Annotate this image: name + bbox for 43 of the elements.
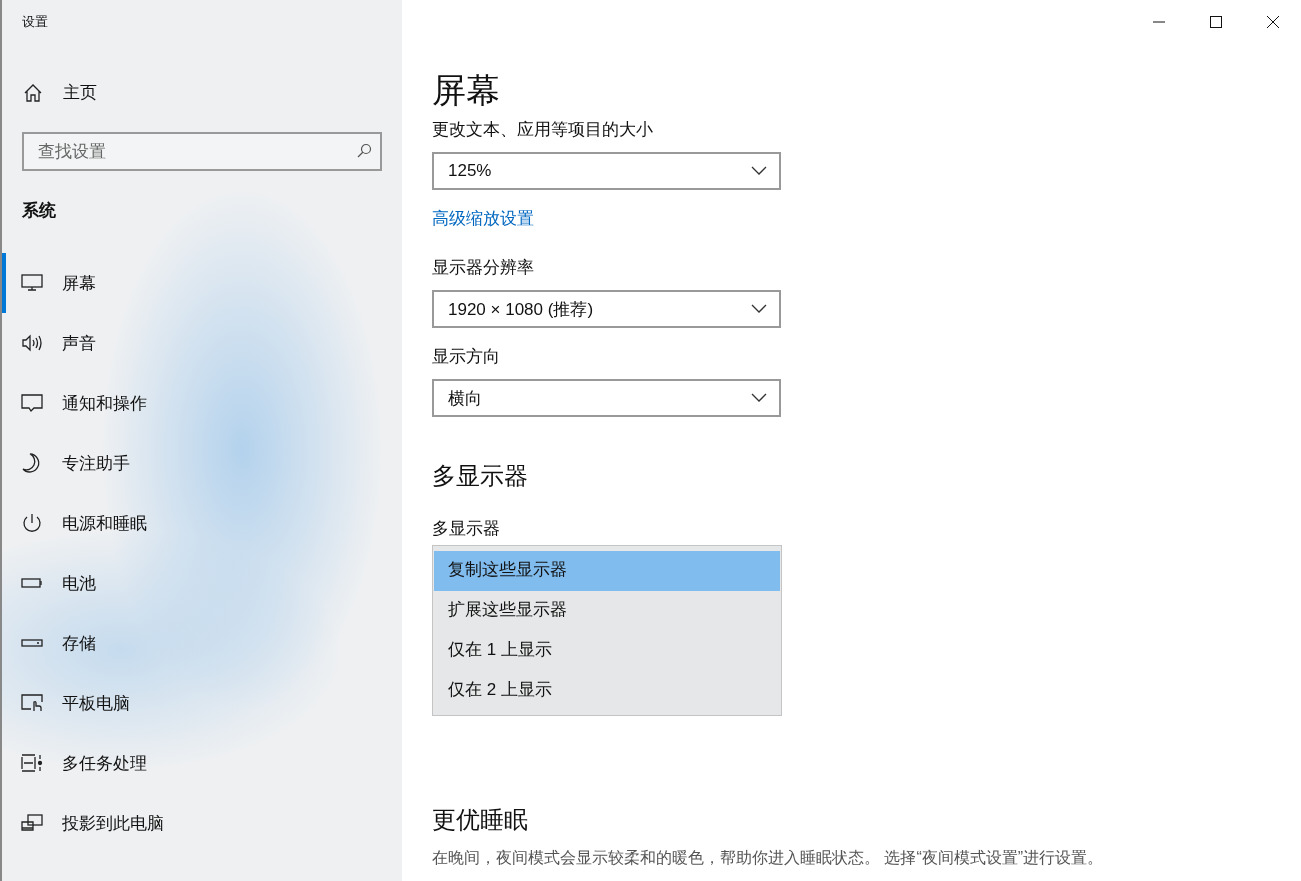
nav-item[interactable]: 电源和睡眠 — [2, 493, 402, 553]
field-label: 多显示器 — [432, 518, 501, 540]
close-icon[interactable] — [1267, 16, 1279, 28]
power-icon — [21, 512, 43, 534]
nav-item[interactable]: 投影到此电脑 — [2, 793, 402, 853]
chevron-down-icon — [751, 304, 767, 314]
menu-option[interactable]: 仅在 1 上显示 — [434, 631, 780, 671]
project-icon — [21, 812, 43, 834]
link[interactable]: 高级缩放设置 — [432, 207, 1301, 231]
nav-item[interactable]: 平板电脑 — [2, 673, 402, 733]
field-label: 更改文本、应用等项目的大小 — [432, 119, 654, 141]
menu-option[interactable]: 仅在 2 上显示 — [434, 671, 780, 711]
nav-item[interactable]: 电池 — [2, 553, 402, 613]
nav-item[interactable]: 通知和操作 — [2, 373, 402, 433]
field-label: 显示器分辨率 — [432, 257, 535, 279]
home-nav-item[interactable]: 主页 — [23, 81, 402, 105]
nav-item[interactable]: 专注助手 — [2, 433, 402, 493]
maximize-icon[interactable] — [1210, 16, 1222, 28]
search-icon — [356, 143, 372, 159]
menu-option[interactable]: 扩展这些显示器 — [434, 591, 780, 631]
menu-option[interactable]: 复制这些显示器 — [434, 551, 780, 591]
page-title: 屏幕 — [432, 70, 501, 110]
section-heading: 多显示器 — [432, 461, 529, 491]
chevron-down-icon — [751, 166, 767, 176]
tablet-icon — [21, 692, 43, 714]
home-icon — [23, 83, 43, 103]
monitor-icon — [21, 272, 43, 294]
dropdown[interactable]: 横向 — [432, 379, 781, 417]
description-text: 在晚间，夜间模式会显示较柔和的暖色，帮助你进入睡眠状态。 选择“夜间模式设置”进行设置。 — [432, 848, 1105, 868]
chevron-down-icon — [751, 393, 767, 403]
multitask-icon — [21, 752, 43, 774]
section-heading: 系统 — [22, 200, 57, 222]
nav-item[interactable]: 存储 — [2, 613, 402, 673]
dropdown[interactable]: 125% — [432, 152, 781, 190]
message-icon — [21, 392, 43, 414]
window-title: 设置 — [21, 13, 49, 31]
nav-item[interactable]: 声音 — [2, 313, 402, 373]
section-heading: 更优睡眠 — [432, 805, 529, 835]
search-field[interactable]: 查找设置 — [22, 132, 382, 171]
field-label: 显示方向 — [432, 346, 501, 368]
dropdown[interactable]: 1920 × 1080 (推荐) — [432, 290, 781, 328]
nav-item[interactable]: 多任务处理 — [2, 733, 402, 793]
speaker-icon — [21, 332, 43, 354]
